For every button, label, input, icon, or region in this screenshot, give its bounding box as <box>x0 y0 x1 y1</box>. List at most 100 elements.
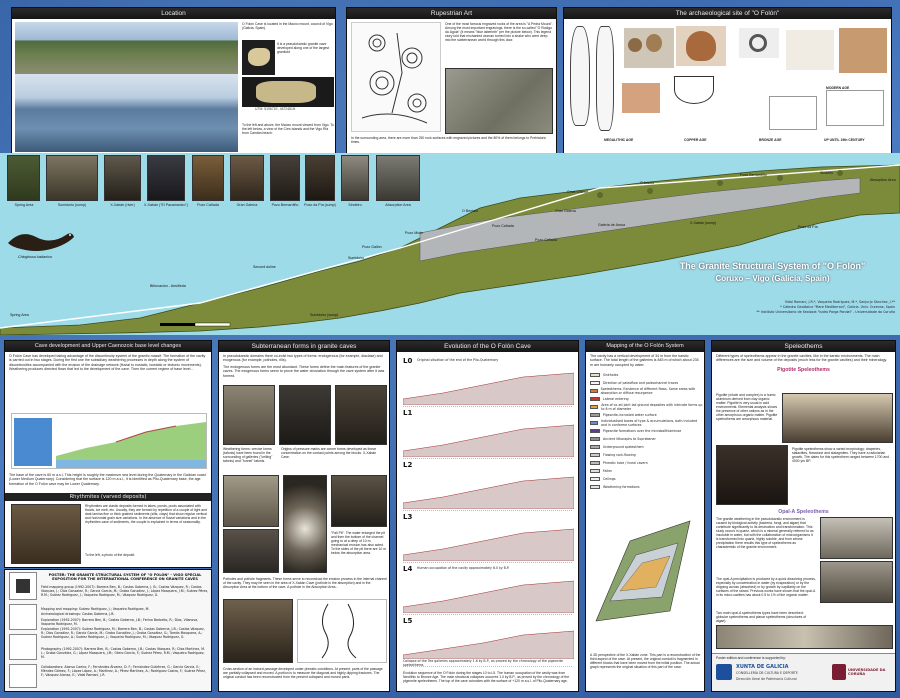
evo-stage-l4: L4 Human occupation of the cavity approx… <box>403 565 574 615</box>
opal-text: The granite weathering in the pseudokars… <box>716 517 814 549</box>
speleothems-title: Speleothems <box>712 341 895 352</box>
map-label-absorption-area: Absorption Area <box>870 178 896 182</box>
xunta-sub2: Dirección Xeral de Patrimonio Cultural <box>736 677 797 681</box>
archaeo-drawing-2 <box>596 26 614 131</box>
engraved-rock-photo <box>445 68 553 134</box>
map-label-spring-area: Spring Area <box>10 313 29 317</box>
legend-swatch-4 <box>590 404 599 409</box>
legend-row-13: Ceilings <box>590 475 616 482</box>
opal-photo-1 <box>820 517 893 559</box>
legend-label-8: Ancient lithoraphs to Suprebaner <box>603 436 656 441</box>
legend-row-14: Weathering formations <box>590 483 640 490</box>
evo-stage-l2-label: L2 <box>403 461 413 469</box>
evo-stage-l0-profile <box>403 372 574 405</box>
archaeo-label-megalithic: MEGALITHIC AGE <box>604 138 634 142</box>
legend-label-3: Lateral entering <box>603 396 629 401</box>
funding-text: Poster edition and conference is support… <box>716 656 786 660</box>
pressure-marks-photo-2 <box>335 385 387 445</box>
evo-stage-l5-profile <box>403 630 574 659</box>
evo-stage-l3: L3 <box>403 513 574 563</box>
rupestrian-text2: In the surrounding area, there are more … <box>351 136 547 144</box>
pigotite-cap: Pigotite speleothems show a varied morph… <box>792 447 890 463</box>
base-level-map <box>14 418 52 466</box>
modern-pottery-photo <box>839 28 887 73</box>
udc-name: UNIVERSIDADE DA CORUÑA <box>848 668 886 676</box>
cap-fall: "Fall Pit". The water enlarged the pit a… <box>331 531 387 555</box>
poster-affil2: ** Instituto Universitario de Xeoloxía "… <box>756 310 895 314</box>
evo-stage-l2: L2 <box>403 461 574 511</box>
legend-label-0: Sinkholes <box>603 372 619 377</box>
evo-stage-l0-label: L0 <box>403 357 413 365</box>
mapping-panel: Mapping of the O Folón System The cavity… <box>585 340 705 692</box>
evolution-title: Evolution of the O Folón Cave <box>397 341 578 352</box>
map-label-second-doline: Second doline <box>253 265 276 269</box>
poster-info-line-5: Photography (1992-2007): Barrera Ben, B.… <box>41 647 205 659</box>
archaeo-title: The archaeological site of "O Folón" <box>564 8 891 19</box>
evo-stage-l0: L0 Original situation of the end of the … <box>403 357 574 407</box>
legend-row-4: Area of co-ed joint lad ground deposites… <box>590 402 704 411</box>
legend-label-9: Underground speleothem <box>603 444 644 449</box>
cave-dev-panel: Cave development and Upper Caenozoic bas… <box>4 340 212 568</box>
cave-dev-title: Cave development and Upper Caenozoic bas… <box>5 341 211 352</box>
metal-artifact-photo <box>739 28 779 58</box>
spain-map <box>242 40 275 75</box>
poster-authors: Vidal Romaní, J.R.*, Vaqueiro Rodríguez,… <box>784 300 895 304</box>
archaeo-label-copper: COPPER AGE <box>684 138 707 142</box>
scale-bar-segment <box>194 322 231 327</box>
base-level-diagram <box>11 413 207 469</box>
fall-pit-photo <box>283 475 327 573</box>
udc-logo-icon <box>832 664 846 680</box>
mapping-text: The cavity has a vertical development of… <box>590 354 699 367</box>
map-label-pozo-gallon: Pozo Gallón <box>362 245 382 249</box>
legend-swatch-3 <box>590 396 600 401</box>
funding-bar: Poster edition and conference is support… <box>712 653 895 691</box>
opal-photo-2 <box>820 561 893 603</box>
mapping-title: Mapping of the O Folón System <box>586 341 704 352</box>
pigotite-photo-1 <box>782 393 893 443</box>
rupestrian-panel: Rupestrian Art One of the most famous en… <box>346 7 557 155</box>
legend-swatch-6 <box>590 420 598 425</box>
opal-photo-3 <box>716 625 893 649</box>
map-label-galeria-de-arosa: Galería de Arosa <box>598 223 625 227</box>
legend-row-10: Flowing rock-flowing <box>590 451 636 458</box>
pigotite-photo-2 <box>716 445 788 505</box>
poster-affil1: * Cátedra Geolóxica "Mare Mediterrani", … <box>780 305 895 309</box>
legend-row-2: Speleothems. Existence of different flow… <box>590 387 704 395</box>
legend-label-7: Pigeonite formations over the microbalth… <box>603 428 682 433</box>
legend-row-5: Pigeonite-incrusted water surface <box>590 411 657 418</box>
rhythmites-text: Rhythmites are clastic deposits formed i… <box>85 504 207 524</box>
subterranean-text2: The endogenous forms are the most abunda… <box>223 364 385 378</box>
engraving-spirals-icon <box>361 32 428 124</box>
rhythmites-photo <box>11 504 81 564</box>
map-label-pozo-bernardino: Pozo Bernardiño <box>740 173 767 177</box>
legend-label-13: Ceilings <box>603 476 616 481</box>
cap-section: Cross-section of an incised passage deve… <box>223 667 383 679</box>
location-text3: To the left and above, the Maúxo mount v… <box>242 123 334 135</box>
legend-swatch-8 <box>590 436 600 441</box>
ceramic-vessel-drawing <box>674 76 714 104</box>
legend-row-1: Direction of paleoflow and paleochannel … <box>590 379 678 386</box>
map-label-pozo-canada: Pozo Cañada <box>492 224 514 228</box>
legend-row-11: Phreatic tube / lineal cavern <box>590 459 648 466</box>
passage-cross-section-drawing <box>297 599 387 663</box>
evolution-bottom-text: Evolution sequence of the O Folón during… <box>403 671 570 683</box>
evo-stage-l4-label: L4 <box>403 565 413 573</box>
evo-stage-l2-profile <box>403 476 574 509</box>
perspective-3d-map <box>595 520 691 622</box>
cies-islands-photo <box>15 74 238 152</box>
incised-passage-photo <box>223 599 293 663</box>
speleothems-panel: Speleothems Different types of speleothe… <box>711 340 896 692</box>
legend-label-4: Area of co-ed joint lad ground deposites… <box>601 402 703 411</box>
location-text2: It is a pseudokarstic granite cave devel… <box>277 42 330 54</box>
evo-stage-l4-profile <box>403 580 574 613</box>
legend-swatch-9 <box>590 444 600 449</box>
poster-info-line-3: Exploration (1992-2007): Barrera Ben, B.… <box>41 618 199 626</box>
logo-institution-3 <box>9 634 37 660</box>
legend-label-12: Fallen <box>603 468 613 473</box>
opal-text3: Two main opal-A speleothems types have b… <box>716 611 807 623</box>
legend-swatch-1 <box>590 380 600 385</box>
opal-text2: The opal-A precipitation is produced by … <box>716 577 816 597</box>
pothole-photo-2 <box>223 529 279 573</box>
logo-institution-2 <box>9 604 37 630</box>
cap-origins: Origins of pressure marks are corner for… <box>281 447 377 459</box>
